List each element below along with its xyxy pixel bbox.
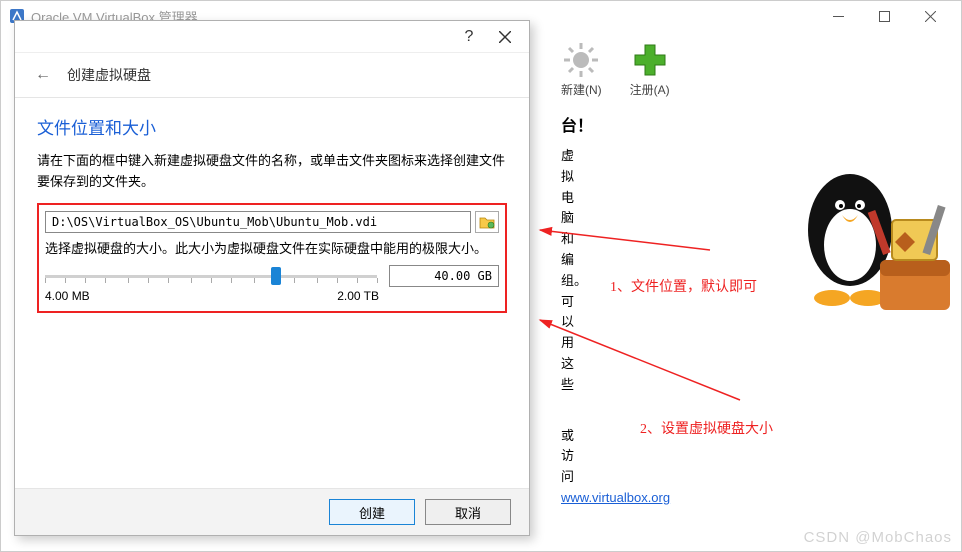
disk-size-slider[interactable] [45,265,377,287]
visit-prefix: 或访问 [561,428,574,485]
slider-min-label: 4.00 MB [45,289,90,303]
dialog-close-button[interactable] [487,23,523,51]
watermark: CSDN @MobChaos [804,529,952,546]
sun-new-icon [562,41,600,79]
create-button[interactable]: 创建 [329,499,415,525]
dialog-body: 文件位置和大小 请在下面的框中键入新建虚拟硬盘文件的名称，或单击文件夹图标来选择… [15,98,529,488]
path-description: 请在下面的框中键入新建虚拟硬盘文件的名称，或单击文件夹图标来选择创建文件要保存到… [37,151,507,193]
maximize-button[interactable] [861,1,907,31]
create-disk-dialog: ? ← 创建虚拟硬盘 文件位置和大小 请在下面的框中键入新建虚拟硬盘文件的名称，… [14,20,530,536]
dialog-header: ← 创建虚拟硬盘 [15,53,529,98]
annotation-1: 1、文件位置，默认即可 [610,276,757,296]
penguin-toolbox-image [780,150,960,330]
new-label: 新建(N) [561,83,602,97]
plus-add-icon [631,41,669,79]
register-vm-button[interactable]: 注册(A) [630,41,670,98]
annotation-2: 2、设置虚拟硬盘大小 [640,418,773,438]
folder-icon [479,215,495,229]
disk-size-value[interactable]: 40.00 GB [389,265,499,287]
minimize-button[interactable] [815,1,861,31]
back-arrow-icon[interactable]: ← [35,66,51,84]
help-button[interactable]: ? [451,23,487,51]
slider-max-label: 2.00 TB [337,289,379,303]
close-button[interactable] [907,1,953,31]
browse-folder-button[interactable] [475,211,499,233]
virtualbox-link[interactable]: www.virtualbox.org [561,490,670,505]
slider-thumb[interactable] [271,267,281,285]
file-location-group: 选择虚拟硬盘的大小。此大小为虚拟硬盘文件在实际硬盘中能用的极限大小。 40.00… [37,203,507,314]
size-description: 选择虚拟硬盘的大小。此大小为虚拟硬盘文件在实际硬盘中能用的极限大小。 [45,239,499,260]
disk-path-input[interactable] [45,211,471,233]
cancel-button[interactable]: 取消 [425,499,511,525]
section-heading: 文件位置和大小 [37,114,507,139]
dialog-footer: 创建 取消 [15,488,529,535]
dialog-title-bar: ? [15,21,529,53]
dialog-title: 创建虚拟硬盘 [67,65,151,85]
register-label: 注册(A) [630,83,670,97]
new-vm-button[interactable]: 新建(N) [561,41,602,98]
